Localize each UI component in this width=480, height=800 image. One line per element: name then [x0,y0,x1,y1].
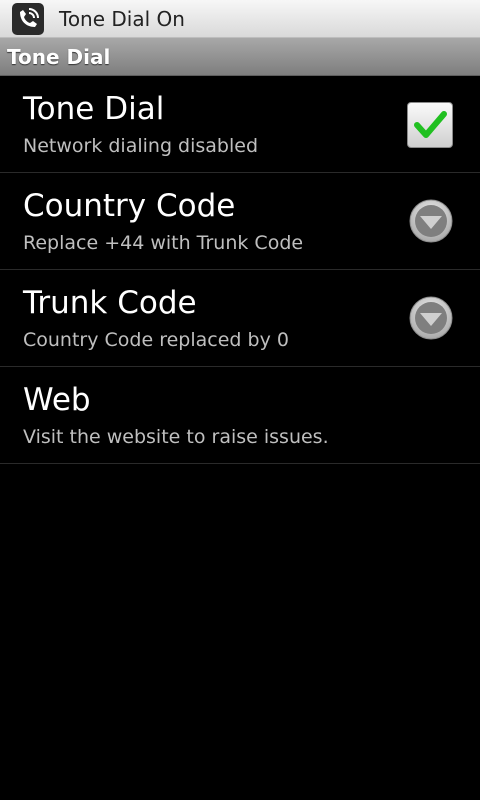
preference-list: Tone Dial Network dialing disabled Count… [0,76,480,464]
pref-title: Tone Dial [23,91,165,127]
phone-signal-icon [12,3,44,35]
pref-tone-dial[interactable]: Tone Dial Network dialing disabled [0,76,480,173]
pref-title: Web [23,382,91,418]
pref-summary: Network dialing disabled [23,135,259,157]
dropdown-arrow-icon[interactable] [408,198,454,244]
pref-summary: Country Code replaced by 0 [23,329,289,351]
pref-country-code[interactable]: Country Code Replace +44 with Trunk Code [0,173,480,270]
screen-title: Tone Dial [7,45,111,69]
title-bar: Tone Dial [0,38,480,76]
check-icon [414,111,447,138]
pref-title: Trunk Code [23,285,197,321]
pref-title: Country Code [23,188,236,224]
notification-bar[interactable]: Tone Dial On [0,0,480,38]
pref-web[interactable]: Web Visit the website to raise issues. [0,367,480,464]
pref-trunk-code[interactable]: Trunk Code Country Code replaced by 0 [0,270,480,367]
pref-summary: Replace +44 with Trunk Code [23,232,304,254]
pref-summary: Visit the website to raise issues. [23,426,329,448]
notification-title: Tone Dial On [59,7,185,31]
tone-dial-checkbox[interactable] [407,102,453,148]
dropdown-arrow-icon[interactable] [408,295,454,341]
